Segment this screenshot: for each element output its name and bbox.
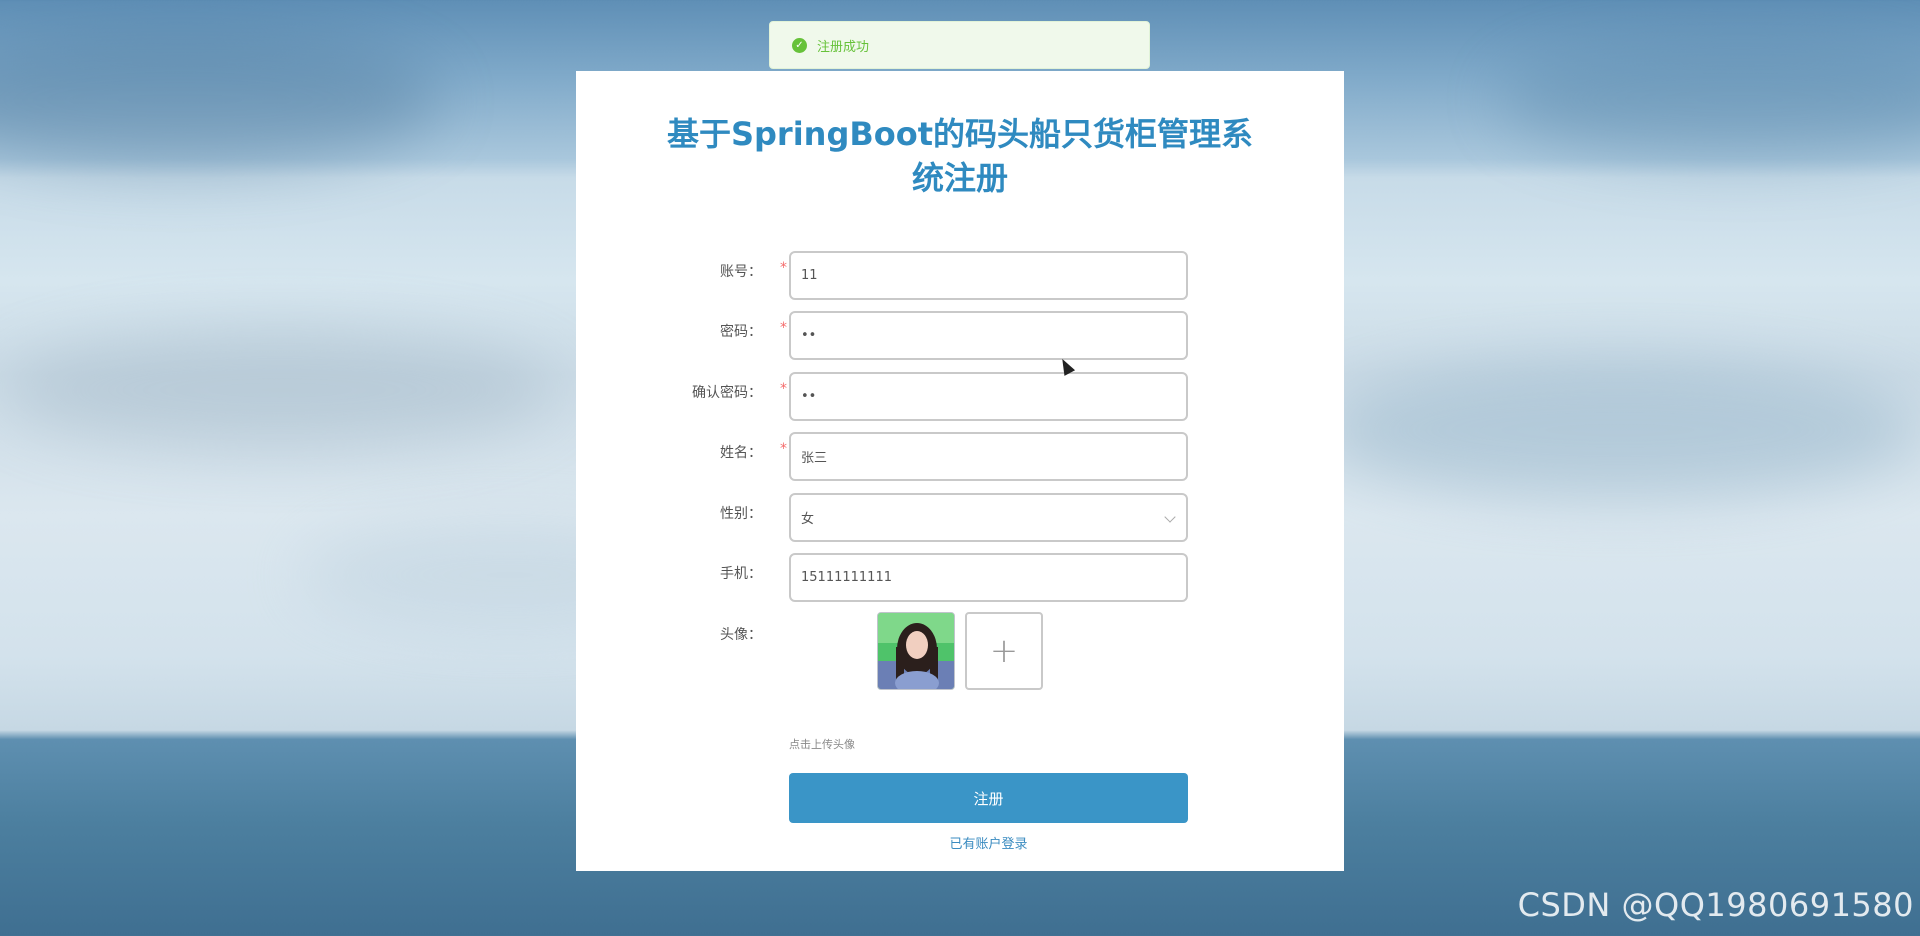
confirm-password-row: 确认密码： * bbox=[576, 372, 1344, 422]
gender-select[interactable]: 女 bbox=[789, 493, 1188, 542]
upload-hint: 点击上传头像 bbox=[789, 738, 855, 751]
avatar-row: 头像： bbox=[576, 614, 1344, 664]
name-label: 姓名： bbox=[720, 445, 762, 461]
required-mark: * bbox=[780, 441, 787, 457]
toast-message: 注册成功 bbox=[817, 39, 870, 55]
gender-label: 性别： bbox=[720, 506, 762, 522]
background-cloud bbox=[1500, 40, 1920, 160]
watermark: CSDN @QQ1980691580 bbox=[1517, 886, 1914, 924]
confirm-password-label: 确认密码： bbox=[692, 385, 762, 401]
phone-row: 手机： bbox=[576, 553, 1344, 603]
required-mark: * bbox=[780, 381, 787, 397]
phone-label: 手机： bbox=[720, 566, 762, 582]
password-input[interactable] bbox=[789, 311, 1188, 360]
gender-selected-value: 女 bbox=[801, 512, 815, 527]
avatar-preview[interactable] bbox=[877, 612, 955, 690]
name-input[interactable] bbox=[789, 432, 1188, 481]
avatar-image bbox=[878, 613, 954, 689]
background-cloud bbox=[1320, 360, 1920, 500]
confirm-password-input[interactable] bbox=[789, 372, 1188, 421]
check-circle-icon: ✓ bbox=[792, 37, 807, 53]
account-label: 账号： bbox=[720, 264, 762, 280]
avatar-label: 头像： bbox=[720, 627, 762, 643]
password-row: 密码： * bbox=[576, 311, 1344, 361]
phone-input[interactable] bbox=[789, 553, 1188, 602]
page-title: 基于SpringBoot的码头船只货柜管理系统注册 bbox=[666, 115, 1254, 197]
gender-row: 性别： 女 bbox=[576, 493, 1344, 543]
background-cloud bbox=[0, 30, 440, 170]
background-cloud bbox=[0, 330, 560, 450]
register-button[interactable]: 注册 bbox=[789, 773, 1188, 823]
account-row: 账号： * bbox=[576, 251, 1344, 301]
upload-avatar-button[interactable]: + bbox=[965, 612, 1043, 690]
account-input[interactable] bbox=[789, 251, 1188, 300]
login-link[interactable]: 已有账户登录 bbox=[789, 833, 1188, 852]
chevron-down-icon bbox=[1164, 511, 1176, 523]
required-mark: * bbox=[780, 320, 787, 336]
password-label: 密码： bbox=[720, 324, 762, 340]
register-card: 基于SpringBoot的码头船只货柜管理系统注册 账号： * 密码： * 确认… bbox=[576, 71, 1344, 871]
required-mark: * bbox=[780, 260, 787, 276]
success-toast: ✓ 注册成功 bbox=[769, 21, 1150, 69]
plus-icon: + bbox=[989, 631, 1019, 671]
name-row: 姓名： * bbox=[576, 432, 1344, 482]
